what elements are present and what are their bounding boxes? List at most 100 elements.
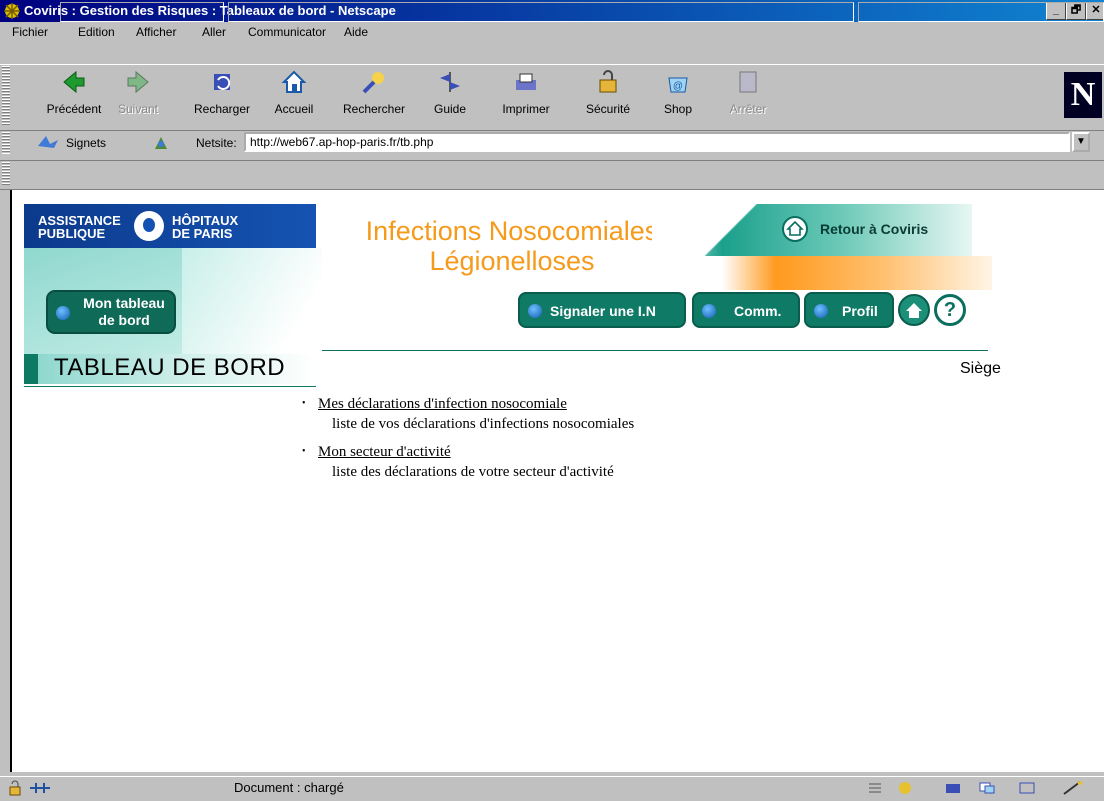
menu-communicator[interactable]: Communicator xyxy=(248,25,326,39)
home-icon xyxy=(906,303,922,318)
padlock-icon xyxy=(599,70,617,93)
bullet-dot-icon xyxy=(814,304,828,318)
bullet-icon: • xyxy=(302,398,306,409)
retour-coviris-label: Retour à Coviris xyxy=(820,221,929,237)
mon-tableau-button[interactable]: Mon tableau de bord xyxy=(46,290,176,334)
help-button[interactable]: ? xyxy=(934,294,966,326)
toolbar-grip[interactable] xyxy=(2,66,10,126)
reload-icon xyxy=(214,74,231,90)
composer-icon[interactable] xyxy=(1018,780,1036,796)
menu-edition[interactable]: Edition xyxy=(78,25,115,39)
svg-text:@: @ xyxy=(673,81,683,92)
profil-button[interactable]: Profil xyxy=(804,292,894,328)
mes-declarations-link[interactable]: Mes déclarations d'infection nosocomiale xyxy=(318,396,567,413)
location-grip[interactable] xyxy=(2,132,10,154)
status-text: Document : chargé xyxy=(234,780,344,795)
mes-declarations-desc: liste de vos déclarations d'infections n… xyxy=(332,416,635,432)
aphp-logo-left: ASSISTANCE PUBLIQUE xyxy=(38,214,121,240)
guide-button[interactable]: Guide xyxy=(414,68,486,126)
mail-icon[interactable] xyxy=(944,780,962,796)
aphp-logo[interactable]: ASSISTANCE PUBLIQUE HÔPITAUX DE PARIS xyxy=(24,204,316,248)
comm-button[interactable]: Comm. xyxy=(692,292,800,328)
search-label: Rechercher xyxy=(342,102,406,116)
url-input[interactable] xyxy=(244,132,1070,152)
bullet-dot-icon xyxy=(528,304,542,318)
list-icon[interactable] xyxy=(866,780,884,796)
shop-icon: @ xyxy=(668,77,688,93)
home-round-button[interactable] xyxy=(898,294,930,326)
netsite-label: Netsite: xyxy=(196,136,237,150)
print-icon xyxy=(516,73,536,90)
bookmark-icon xyxy=(38,136,58,148)
mon-tableau-label-1: Mon tableau xyxy=(83,295,165,311)
signaler-button[interactable]: Signaler une I.N xyxy=(518,292,686,328)
netscape-app-icon xyxy=(4,3,20,19)
back-label: Précédent xyxy=(46,102,102,116)
bookmarks-label: Signets xyxy=(66,136,107,150)
signaler-label: Signaler une I.N xyxy=(550,303,656,319)
url-dropdown-button[interactable]: ▼ xyxy=(1072,132,1090,152)
shop-label: Shop xyxy=(663,102,693,116)
discussion-icon[interactable] xyxy=(978,780,996,796)
print-label: Imprimer xyxy=(502,102,550,116)
personal-toolbar-grip[interactable] xyxy=(2,162,10,186)
personal-toolbar xyxy=(0,160,1104,190)
forward-arrow-icon xyxy=(127,70,149,94)
navigator-icon[interactable] xyxy=(896,780,914,796)
menu-fichier[interactable]: Fichier xyxy=(12,25,48,39)
shop-button[interactable]: @ Shop xyxy=(642,68,714,126)
netscape-logo[interactable]: N xyxy=(1064,72,1102,118)
security-lock-icon[interactable] xyxy=(6,780,24,796)
page-content: ASSISTANCE PUBLIQUE HÔPITAUX DE PARIS In… xyxy=(10,190,1104,772)
print-button[interactable]: Imprimer xyxy=(490,68,562,126)
mon-secteur-desc: liste des déclarations de votre secteur … xyxy=(332,464,614,480)
menu-afficher[interactable]: Afficher xyxy=(136,25,176,39)
mon-secteur-link[interactable]: Mon secteur d'activité xyxy=(318,444,451,461)
menu-aide[interactable]: Aide xyxy=(344,25,368,39)
stop-label: Arrêter xyxy=(729,102,767,116)
home-label: Accueil xyxy=(274,102,314,116)
aphp-logo-right: HÔPITAUX DE PARIS xyxy=(172,214,238,240)
page-proxy-icon[interactable] xyxy=(152,134,170,152)
aphp-heart-icon xyxy=(134,211,164,241)
progress-cell xyxy=(60,2,224,22)
menu-aller[interactable]: Aller xyxy=(202,25,226,39)
comm-label: Comm. xyxy=(734,303,782,319)
security-label: Sécurité xyxy=(585,102,631,116)
status-bar xyxy=(0,776,1104,801)
guide-icon xyxy=(440,72,460,92)
stop-icon xyxy=(739,71,757,93)
connection-icon xyxy=(30,783,50,793)
forward-button[interactable]: Suivant xyxy=(102,68,174,126)
back-button[interactable]: Précédent xyxy=(38,68,110,126)
aphp-logo-line4: DE PARIS xyxy=(172,226,233,241)
section-title: TABLEAU DE BORD xyxy=(54,354,286,381)
section-underline xyxy=(24,386,316,387)
aphp-logo-line2: PUBLIQUE xyxy=(38,226,106,241)
home-circle-icon xyxy=(782,216,808,242)
search-icon xyxy=(362,72,384,94)
header-teal-fade xyxy=(182,248,322,356)
status-text-cell xyxy=(228,2,854,22)
reload-button[interactable]: Recharger xyxy=(186,68,258,126)
menu-bar: Fichier Edition Afficher Aller Communica… xyxy=(0,22,1104,42)
guide-label: Guide xyxy=(433,102,467,116)
header-band-diagonal xyxy=(652,204,782,290)
reload-label: Recharger xyxy=(193,102,251,116)
header-divider xyxy=(322,350,988,351)
location-label: Siège xyxy=(960,360,1001,377)
edit-page-icon[interactable] xyxy=(1060,780,1086,796)
back-arrow-icon xyxy=(63,70,85,94)
home-icon xyxy=(281,70,307,93)
stop-button[interactable]: Arrêter xyxy=(712,68,784,126)
search-button[interactable]: Rechercher xyxy=(338,68,410,126)
security-button[interactable]: Sécurité xyxy=(572,68,644,126)
mon-tableau-label-2: de bord xyxy=(98,312,150,328)
home-button[interactable]: Accueil xyxy=(258,68,330,126)
forward-label: Suivant xyxy=(117,102,159,116)
bullet-icon: • xyxy=(302,446,306,457)
bullet-dot-icon xyxy=(56,306,70,320)
component-bar xyxy=(858,2,1104,22)
profil-label: Profil xyxy=(842,303,878,319)
bullet-dot-icon xyxy=(702,304,716,318)
